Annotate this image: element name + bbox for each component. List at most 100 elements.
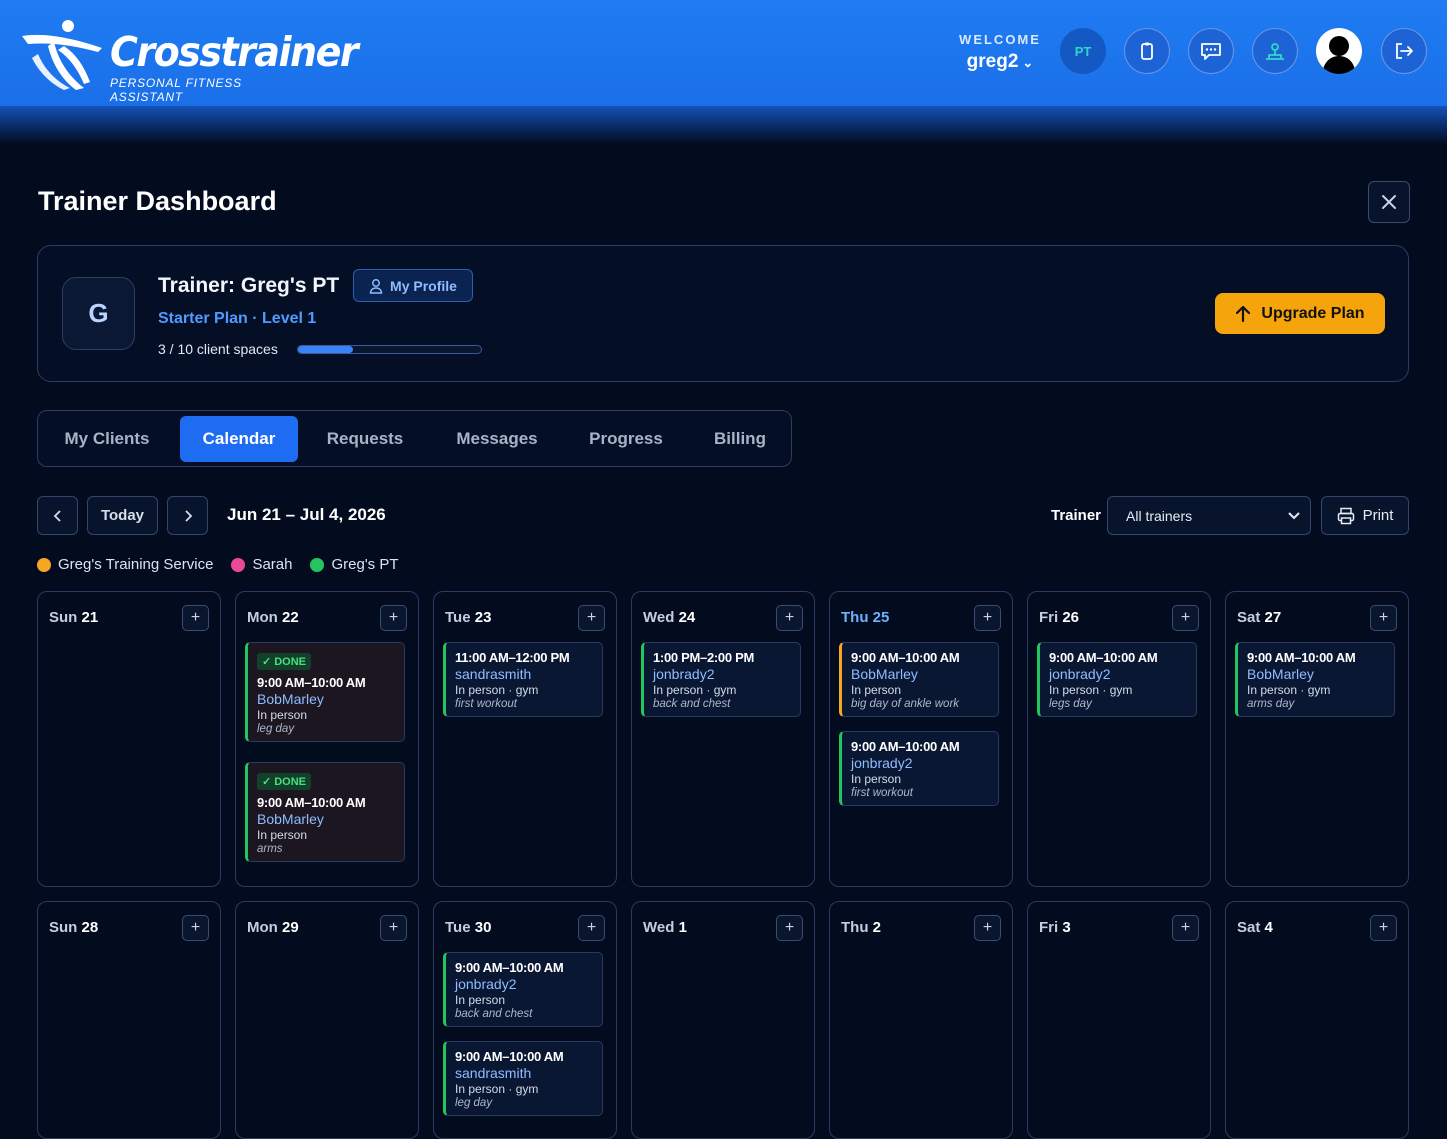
- calendar-day[interactable]: Sat 27 +9:00 AM–10:00 AM BobMarley In perso…: [1225, 591, 1409, 887]
- event-client[interactable]: sandrasmith: [455, 1065, 594, 1081]
- calendar-day[interactable]: Wed 24 +1:00 PM–2:00 PM jonbrady2 In person…: [631, 591, 815, 887]
- calendar-day[interactable]: Fri 3 +: [1027, 901, 1211, 1139]
- pt-badge[interactable]: PT: [1060, 28, 1106, 74]
- today-button[interactable]: Today: [87, 496, 158, 535]
- calendar-event[interactable]: 9:00 AM–10:00 AM jonbrady2 In person · gym…: [1037, 642, 1197, 717]
- trainer-select[interactable]: All trainers: [1107, 496, 1311, 535]
- prev-button[interactable]: [37, 496, 78, 535]
- day-label: Mon 29: [247, 919, 299, 936]
- event-note: arms day: [1247, 698, 1295, 710]
- event-note: leg day: [455, 1097, 493, 1109]
- add-event-button[interactable]: +: [578, 605, 605, 631]
- client-spaces-text: 3 / 10 client spaces: [158, 341, 278, 357]
- day-number: 23: [474, 609, 492, 626]
- calendar-event[interactable]: 9:00 AM–10:00 AM jonbrady2 In person first …: [839, 731, 999, 806]
- calendar-day[interactable]: Sun 28 +: [37, 901, 221, 1139]
- print-label: Print: [1362, 507, 1394, 524]
- event-time: 9:00 AM–10:00 AM: [1247, 650, 1356, 665]
- calendar-event[interactable]: ✓ DONE 9:00 AM–10:00 AM BobMarley In person l…: [245, 642, 405, 742]
- calendar-event[interactable]: ✓ DONE 9:00 AM–10:00 AM BobMarley In person a…: [245, 762, 405, 862]
- header-shadow: [0, 106, 1447, 144]
- day-number: 25: [872, 609, 890, 626]
- calendar-event[interactable]: 9:00 AM–10:00 AM BobMarley In person · gym…: [1235, 642, 1395, 717]
- calendar-day[interactable]: Sun 21 +: [37, 591, 221, 887]
- event-client[interactable]: jonbrady2: [851, 755, 990, 771]
- event-client[interactable]: BobMarley: [851, 666, 990, 682]
- add-event-button[interactable]: +: [776, 915, 803, 941]
- tab-billing[interactable]: Billing: [699, 416, 781, 462]
- close-icon: [1382, 195, 1396, 209]
- event-location: In person: [257, 828, 308, 842]
- calendar-event[interactable]: 9:00 AM–10:00 AM sandrasmith In person · g…: [443, 1041, 603, 1116]
- clipboard-button[interactable]: [1124, 28, 1170, 74]
- add-event-button[interactable]: +: [974, 605, 1001, 631]
- logout-button[interactable]: [1381, 28, 1427, 74]
- user-menu[interactable]: WELCOME greg2 ⌄: [950, 32, 1050, 73]
- day-of-week: Tue: [445, 609, 471, 626]
- add-event-button[interactable]: +: [380, 915, 407, 941]
- day-label: Thu 2: [841, 919, 881, 936]
- add-event-button[interactable]: +: [182, 915, 209, 941]
- event-note: first workout: [455, 698, 517, 710]
- team-button[interactable]: [1252, 28, 1298, 74]
- chevron-down-icon: ⌄: [1022, 55, 1034, 70]
- day-number: 24: [678, 609, 696, 626]
- event-client[interactable]: jonbrady2: [1049, 666, 1188, 682]
- calendar-event[interactable]: 9:00 AM–10:00 AM BobMarley In person big da…: [839, 642, 999, 717]
- add-event-button[interactable]: +: [578, 915, 605, 941]
- calendar-day[interactable]: Tue 30 +9:00 AM–10:00 AM jonbrady2 In perso…: [433, 901, 617, 1139]
- calendar-day[interactable]: Thu 25 +9:00 AM–10:00 AM BobMarley In perso…: [829, 591, 1013, 887]
- calendar-day[interactable]: Wed 1 +: [631, 901, 815, 1139]
- calendar-day[interactable]: Mon 22 + ✓ DONE 9:00 AM–10:00 AM BobMarley In …: [235, 591, 419, 887]
- tab-my-clients[interactable]: My Clients: [51, 416, 163, 462]
- messages-button[interactable]: [1188, 28, 1234, 74]
- crosstrainer-logo[interactable]: Crosstrainer PERSONAL FITNESS ASSISTANT: [18, 18, 359, 104]
- day-label: Tue 23: [445, 609, 491, 626]
- day-of-week: Fri: [1039, 609, 1059, 626]
- calendar-day[interactable]: Mon 29 +: [235, 901, 419, 1139]
- runner-logo-icon: [22, 20, 102, 90]
- trainer-filter-label: Trainer: [1051, 507, 1102, 524]
- add-event-button[interactable]: +: [380, 605, 407, 631]
- done-label: DONE: [274, 775, 306, 788]
- chevron-right-icon: [184, 509, 192, 522]
- add-event-button[interactable]: +: [1370, 605, 1397, 631]
- day-of-week: Sun: [49, 609, 78, 626]
- calendar-day[interactable]: Thu 2 +: [829, 901, 1013, 1139]
- tab-messages[interactable]: Messages: [441, 416, 553, 462]
- add-event-button[interactable]: +: [776, 605, 803, 631]
- tab-progress[interactable]: Progress: [576, 416, 676, 462]
- add-event-button[interactable]: +: [1370, 915, 1397, 941]
- calendar-day[interactable]: Sat 4 +: [1225, 901, 1409, 1139]
- legend-item: Greg's Training Service: [37, 556, 213, 573]
- calendar-event[interactable]: 11:00 AM–12:00 PM sandrasmith In person · …: [443, 642, 603, 717]
- add-event-button[interactable]: +: [1172, 915, 1199, 941]
- add-event-button[interactable]: +: [182, 605, 209, 631]
- add-event-button[interactable]: +: [974, 915, 1001, 941]
- event-client[interactable]: BobMarley: [257, 691, 396, 707]
- event-client[interactable]: jonbrady2: [653, 666, 792, 682]
- event-note: back and chest: [455, 1008, 533, 1020]
- calendar-event[interactable]: 9:00 AM–10:00 AM jonbrady2 In person back a…: [443, 952, 603, 1027]
- calendar-day[interactable]: Tue 23 +11:00 AM–12:00 PM sandrasmith In pe…: [433, 591, 617, 887]
- event-time: 9:00 AM–10:00 AM: [851, 739, 960, 754]
- close-button[interactable]: [1368, 181, 1410, 223]
- event-client[interactable]: jonbrady2: [455, 976, 594, 992]
- calendar-event[interactable]: 1:00 PM–2:00 PM jonbrady2 In person · gym b…: [641, 642, 801, 717]
- print-button[interactable]: Print: [1321, 496, 1409, 535]
- my-profile-button[interactable]: My Profile: [353, 269, 473, 302]
- upgrade-plan-button[interactable]: Upgrade Plan: [1215, 293, 1385, 334]
- avatar[interactable]: [1316, 28, 1362, 74]
- calendar-day[interactable]: Fri 26 +9:00 AM–10:00 AM jonbrady2 In perso…: [1027, 591, 1211, 887]
- tab-requests[interactable]: Requests: [313, 416, 417, 462]
- event-client[interactable]: BobMarley: [1247, 666, 1386, 682]
- day-number: 22: [282, 609, 299, 626]
- next-button[interactable]: [167, 496, 208, 535]
- event-client[interactable]: sandrasmith: [455, 666, 594, 682]
- tab-calendar[interactable]: Calendar: [180, 416, 298, 462]
- trainer-name: Trainer: Greg's PT: [158, 274, 340, 297]
- add-event-button[interactable]: +: [1172, 605, 1199, 631]
- plus-icon: +: [190, 919, 201, 936]
- event-note: arms: [257, 843, 283, 855]
- event-client[interactable]: BobMarley: [257, 811, 396, 827]
